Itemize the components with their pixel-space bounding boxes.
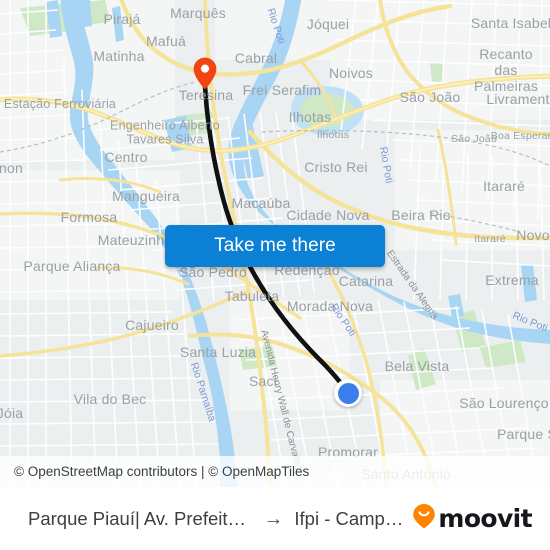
moovit-pin-smile-icon — [412, 503, 436, 534]
map-attribution: © OpenStreetMap contributors | © OpenMap… — [0, 456, 550, 487]
trip-summary-bar: Parque Piauí| Av. Prefeito Wall ... → If… — [0, 487, 550, 550]
trip-origin-label[interactable]: Parque Piauí| Av. Prefeito Wall ... — [28, 508, 251, 530]
take-me-there-button[interactable]: Take me there — [165, 225, 385, 267]
destination-pin-marker[interactable] — [193, 57, 217, 90]
moovit-logo[interactable]: moovit — [412, 503, 540, 534]
trip-arrow-icon: → — [263, 507, 284, 530]
moovit-trip-map-screen: Pirajá Marquês Jóquei Santa Isabel Mafuá Cabr… — [0, 0, 550, 550]
current-location-dot-inner — [337, 382, 359, 404]
take-me-there-label: Take me there — [214, 235, 336, 256]
moovit-wordmark: moovit — [438, 504, 532, 533]
map-canvas[interactable]: Pirajá Marquês Jóquei Santa Isabel Mafuá Cabr… — [0, 0, 550, 487]
current-location-marker[interactable] — [334, 379, 362, 407]
map-attribution-text[interactable]: © OpenStreetMap contributors | © OpenMap… — [14, 464, 309, 479]
trip-destination-label[interactable]: Ifpi - Campus Te... — [294, 508, 412, 530]
